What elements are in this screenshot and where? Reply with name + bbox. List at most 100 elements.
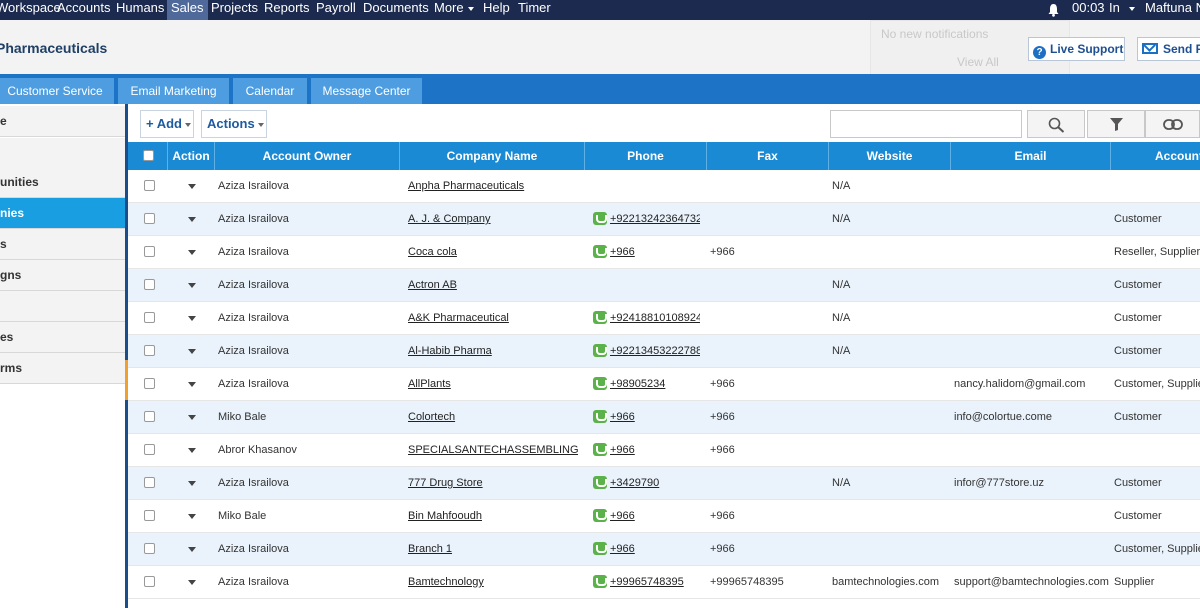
live-support-button[interactable]: ? Live Support	[1028, 37, 1125, 61]
header-email[interactable]: Email	[951, 142, 1111, 170]
nav-documents[interactable]: Documents	[359, 0, 433, 20]
notifications-view-all[interactable]: View All	[957, 55, 999, 69]
attendance-status[interactable]: In	[1105, 0, 1139, 20]
header-company-name[interactable]: Company Name	[400, 142, 585, 170]
sidebar-item-forms[interactable]: rms	[0, 353, 125, 384]
row-action-chevron-icon[interactable]	[188, 448, 196, 453]
company-link[interactable]: AllPlants	[408, 378, 451, 390]
table-row[interactable]: Aziza Israilova Branch 1 +966 +966 Customer,…	[128, 533, 1200, 566]
company-link[interactable]: 777 Drug Store	[408, 477, 483, 489]
phone-link[interactable]: +99965748395	[610, 576, 684, 588]
row-action-chevron-icon[interactable]	[188, 316, 196, 321]
sidebar-item-8[interactable]: es	[0, 322, 125, 353]
nav-accounts[interactable]: Accounts	[53, 0, 114, 20]
row-checkbox[interactable]	[144, 477, 155, 488]
nav-humans[interactable]: Humans	[112, 0, 168, 20]
row-checkbox[interactable]	[144, 279, 155, 290]
row-checkbox[interactable]	[144, 246, 155, 257]
tab-calendar[interactable]: Calendar	[233, 78, 307, 104]
bell-icon[interactable]	[1047, 3, 1060, 17]
search-button[interactable]	[1027, 110, 1085, 138]
table-row[interactable]: Aziza Israilova Coca cola +966 +966 Reseller…	[128, 236, 1200, 269]
table-row[interactable]: Miko Bale Bin Mahfooudh +966 +966 Customer	[128, 500, 1200, 533]
row-checkbox[interactable]	[144, 411, 155, 422]
user-menu[interactable]: Maftuna N	[1141, 0, 1200, 20]
sidebar-item-opportunities[interactable]: unities	[0, 167, 125, 198]
row-checkbox[interactable]	[144, 444, 155, 455]
sidebar-item-1[interactable]: e	[0, 106, 125, 137]
table-row[interactable]: Aziza Israilova Anpha Pharmaceuticals N/A	[128, 170, 1200, 203]
company-link[interactable]: A. J. & Company	[408, 213, 491, 225]
phone-link[interactable]: +3429790	[610, 477, 659, 489]
table-row[interactable]: Aziza Israilova AllPlants +98905234 +966 nan…	[128, 368, 1200, 401]
table-row[interactable]: Aziza Israilova Bamtechnology +99965748395…	[128, 566, 1200, 599]
row-action-chevron-icon[interactable]	[188, 217, 196, 222]
phone-link[interactable]: +922134532227888	[610, 345, 700, 357]
row-checkbox[interactable]	[144, 543, 155, 554]
nav-more[interactable]: More	[430, 0, 478, 20]
sidebar-item-5[interactable]: s	[0, 229, 125, 260]
nav-reports[interactable]: Reports	[260, 0, 314, 20]
row-checkbox[interactable]	[144, 213, 155, 224]
sidebar-item-2[interactable]	[0, 138, 125, 169]
select-all-checkbox[interactable]	[143, 150, 154, 161]
row-action-chevron-icon[interactable]	[188, 382, 196, 387]
actions-button[interactable]: Actions	[201, 110, 267, 138]
nav-sales[interactable]: Sales	[167, 0, 208, 20]
sidebar-item-7[interactable]	[0, 291, 125, 322]
row-action-chevron-icon[interactable]	[188, 415, 196, 420]
phone-link[interactable]: +966	[610, 411, 635, 423]
row-action-chevron-icon[interactable]	[188, 349, 196, 354]
phone-link[interactable]: +966	[610, 510, 635, 522]
company-link[interactable]: Branch 1	[408, 543, 452, 555]
header-phone[interactable]: Phone	[585, 142, 707, 170]
row-action-chevron-icon[interactable]	[188, 250, 196, 255]
add-button[interactable]: + Add	[140, 110, 194, 138]
company-link[interactable]: Anpha Pharmaceuticals	[408, 180, 524, 192]
tab-email-marketing[interactable]: Email Marketing	[118, 78, 229, 104]
company-link[interactable]: A&K Pharmaceutical	[408, 312, 509, 324]
search-input[interactable]	[830, 110, 1022, 138]
tab-customer-service[interactable]: Customer Service	[0, 78, 114, 104]
row-action-chevron-icon[interactable]	[188, 514, 196, 519]
row-checkbox[interactable]	[144, 576, 155, 587]
company-link[interactable]: Colortech	[408, 411, 455, 423]
phone-link[interactable]: +966	[610, 543, 635, 555]
row-checkbox[interactable]	[144, 312, 155, 323]
row-checkbox[interactable]	[144, 378, 155, 389]
company-link[interactable]: Bamtechnology	[408, 576, 484, 588]
header-fax[interactable]: Fax	[707, 142, 829, 170]
row-checkbox[interactable]	[144, 180, 155, 191]
table-row[interactable]: Aziza Israilova 777 Drug Store +3429790 N/A…	[128, 467, 1200, 500]
phone-link[interactable]: +922132423647322	[610, 213, 700, 225]
link-button[interactable]	[1145, 110, 1200, 138]
table-row[interactable]: Aziza Israilova A&K Pharmaceutical +924188…	[128, 302, 1200, 335]
nav-help[interactable]: Help	[479, 0, 514, 20]
table-row[interactable]: Miko Bale Colortech +966 +966 info@colortue.…	[128, 401, 1200, 434]
phone-link[interactable]: +966	[610, 246, 635, 258]
table-row[interactable]: Aziza Israilova A. J. & Company +922132423…	[128, 203, 1200, 236]
filter-button[interactable]	[1087, 110, 1145, 138]
header-action[interactable]: Action	[168, 142, 215, 170]
phone-link[interactable]: +966	[610, 444, 635, 456]
table-row[interactable]: Abror Khasanov SPECIALSANTECHASSEMBLING +9…	[128, 434, 1200, 467]
phone-link[interactable]: +924188101089242	[610, 312, 700, 324]
company-link[interactable]: Actron AB	[408, 279, 457, 291]
header-account-owner[interactable]: Account Owner	[215, 142, 400, 170]
row-checkbox[interactable]	[144, 345, 155, 356]
company-link[interactable]: Al-Habib Pharma	[408, 345, 492, 357]
table-row[interactable]: Aziza Israilova Actron AB N/A Customer	[128, 269, 1200, 302]
header-website[interactable]: Website	[829, 142, 951, 170]
row-action-chevron-icon[interactable]	[188, 184, 196, 189]
row-action-chevron-icon[interactable]	[188, 580, 196, 585]
table-row[interactable]: Aziza Israilova Al-Habib Pharma +922134532…	[128, 335, 1200, 368]
sidebar-item-companies[interactable]: nies	[0, 198, 125, 229]
nav-projects[interactable]: Projects	[207, 0, 262, 20]
sidebar-item-campaigns[interactable]: gns	[0, 260, 125, 291]
row-action-chevron-icon[interactable]	[188, 481, 196, 486]
company-link[interactable]: Bin Mahfooudh	[408, 510, 482, 522]
nav-timer[interactable]: Timer	[514, 0, 555, 20]
company-link[interactable]: SPECIALSANTECHASSEMBLING	[408, 444, 578, 456]
nav-payroll[interactable]: Payroll	[312, 0, 360, 20]
tab-message-center[interactable]: Message Center	[311, 78, 422, 104]
